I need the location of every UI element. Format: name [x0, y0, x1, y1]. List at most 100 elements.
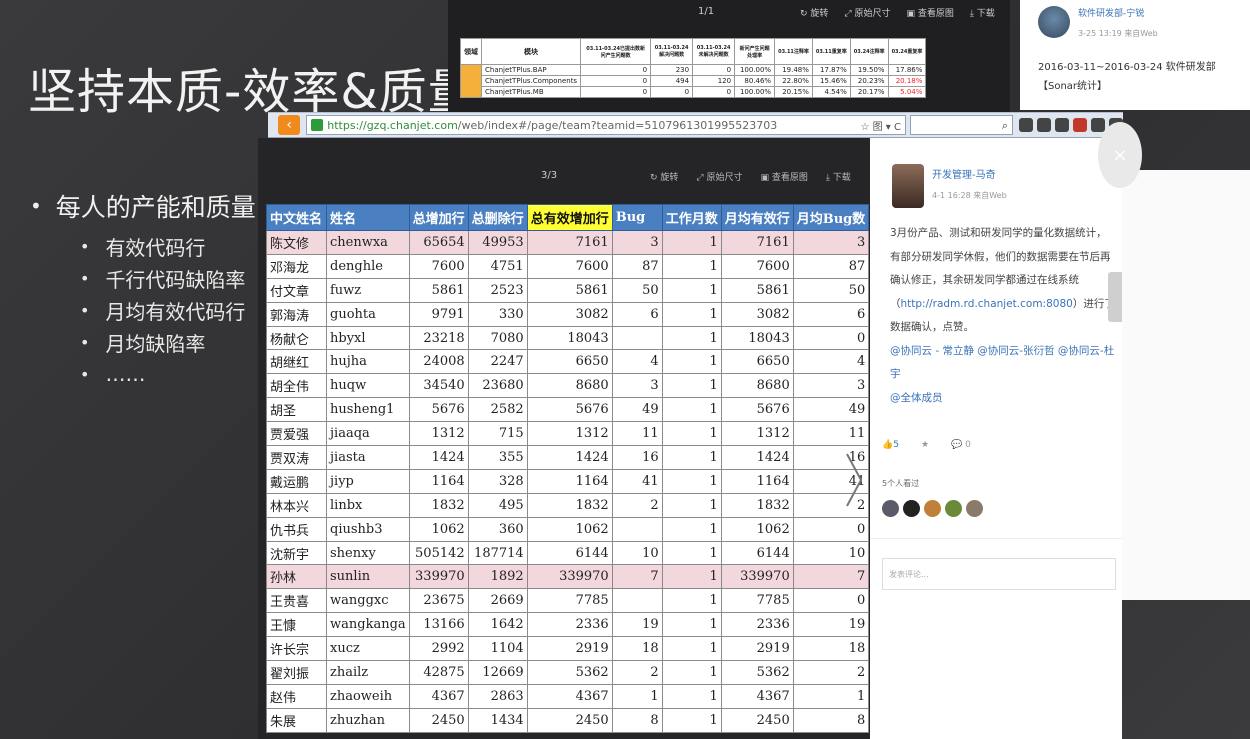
post-author-link[interactable]: 开发管理-马奇	[932, 166, 996, 181]
browser-search-input[interactable]: ⌕	[909, 115, 1013, 135]
extension-icon[interactable]	[1073, 118, 1087, 132]
post-author-link[interactable]: 软件研发部-宁锐	[1078, 6, 1144, 19]
avatar[interactable]	[1038, 6, 1070, 38]
original-size-button[interactable]: ⤢ 原始尺寸	[696, 170, 742, 183]
download-button[interactable]: ⤓ 下载	[970, 6, 995, 19]
sonar-header: 03.11注释率	[774, 38, 813, 65]
avatar[interactable]	[903, 500, 920, 517]
search-icon[interactable]: ⌕	[1002, 119, 1008, 133]
bullet-main-text: 每人的产能和质量	[55, 193, 256, 222]
cell-bug: 19	[611, 612, 663, 638]
cell-monthly-bug: 6	[792, 301, 870, 327]
cell-total-added: 1424	[408, 445, 469, 470]
secure-lock-icon	[311, 119, 324, 131]
column-header: 中文姓名	[266, 204, 327, 231]
avatar[interactable]	[892, 164, 924, 208]
address-tools[interactable]: ☆ 图 ▾ C	[860, 118, 901, 133]
sonar-header: 03.11-03.24解决问题数	[650, 38, 694, 65]
sonar-row: ChanjetTPlus.MB 0 0 0 100.00% 20.15% 4.5…	[461, 86, 927, 98]
cell-months: 1	[661, 660, 722, 685]
cell-total-added: 24008	[408, 349, 469, 375]
original-size-button[interactable]: ⤢ 原始尺寸	[844, 6, 890, 19]
cell-valid-added: 2450	[526, 707, 613, 733]
post-stats: 👍5 ★ 💬 0	[882, 440, 971, 450]
cell-monthly-bug: 0	[792, 588, 870, 614]
cell-total-deleted: 328	[467, 468, 528, 494]
cell-monthly-valid: 339970	[720, 564, 794, 590]
cell-bug: 8	[611, 707, 663, 733]
favorite-button[interactable]: ★	[921, 440, 929, 450]
cell-months: 1	[661, 397, 722, 423]
sonar-header: 03.24注释率	[849, 38, 889, 65]
extension-icon[interactable]	[1091, 118, 1105, 132]
side-tab[interactable]	[1108, 272, 1122, 322]
avatar[interactable]	[882, 500, 899, 517]
cell-username: hbyxl	[326, 325, 410, 351]
close-button[interactable]: ×	[1098, 122, 1142, 188]
rotate-button[interactable]: ↻ 旋转	[650, 170, 678, 183]
extension-icon[interactable]	[1055, 118, 1069, 132]
post-mention-all[interactable]: @全体成员	[890, 392, 943, 404]
like-count: 5	[893, 440, 899, 450]
cell-total-added: 1164	[408, 468, 469, 494]
cell-total-deleted: 495	[467, 492, 528, 518]
sonar-header: 03.11-03.24未解决问题数	[692, 38, 736, 65]
next-image-arrow-icon[interactable]	[843, 450, 865, 510]
cell-bug: 2	[611, 492, 663, 518]
cell-months: 1	[661, 612, 722, 638]
sonar-header: 03.11-03.24已提出数新问产生问题数	[580, 38, 652, 65]
url-input[interactable]: https://gzq.chanjet.com/web/index#/page/…	[306, 115, 906, 135]
cell-total-added: 2992	[408, 636, 469, 662]
cell-chinese-name: 赵伟	[266, 683, 327, 709]
cell-bug	[611, 516, 663, 542]
cell-monthly-valid: 4367	[720, 683, 794, 709]
cell-total-added: 5861	[408, 277, 469, 303]
table-row: 许长宗 xucz 2992 1104 2919 18 1 2919 18	[266, 636, 870, 662]
cell-bug	[611, 325, 663, 351]
cell-valid-added: 2919	[526, 636, 613, 662]
rotate-label: 旋转	[660, 173, 679, 183]
cell-valid-added: 4367	[526, 683, 613, 709]
table-row: 贾双涛 jiasta 1424 355 1424 16 1 1424 16	[266, 445, 870, 470]
cell-valid-added: 18043	[526, 325, 613, 351]
download-button[interactable]: ⤓ 下载	[826, 170, 851, 183]
view-original-button[interactable]: ▣ 查看原图	[761, 170, 808, 183]
cell-valid-added: 339970	[526, 564, 613, 590]
cell-username: linbx	[326, 492, 410, 518]
comment-button[interactable]: 💬 0	[951, 440, 971, 450]
post-link[interactable]: http://radm.rd.chanjet.com:8080	[901, 298, 1073, 310]
cell-monthly-valid: 1832	[720, 492, 794, 518]
extension-icon[interactable]	[1019, 118, 1033, 132]
cell-username: qiushb3	[326, 516, 410, 542]
bullet-main: • 每人的产能和质量	[30, 188, 256, 224]
browser-address-bar: ‹ https://gzq.chanjet.com/web/index#/pag…	[268, 112, 1123, 138]
cell-chinese-name: 朱展	[266, 707, 327, 733]
sub-bullet: • 有效代码行	[80, 230, 256, 262]
comment-input[interactable]: 发表评论...	[882, 558, 1116, 590]
sonar-cell: 15.46%	[811, 75, 851, 87]
post-mentions[interactable]: @协同云 - 常立静 @协同云-张衍哲 @协同云-杜宇	[890, 345, 1114, 381]
extension-icon[interactable]	[1037, 118, 1051, 132]
cell-monthly-valid: 5676	[720, 397, 794, 423]
column-header: 姓名	[326, 204, 410, 231]
cell-months: 1	[661, 277, 722, 303]
view-original-button[interactable]: ▣ 查看原图	[907, 6, 954, 19]
cell-bug: 18	[611, 636, 663, 662]
back-button[interactable]: ‹	[278, 115, 301, 135]
avatar[interactable]	[945, 500, 962, 517]
cell-valid-added: 8680	[526, 373, 613, 399]
cell-monthly-valid: 6650	[720, 349, 794, 375]
sonar-cell: 120	[692, 75, 736, 87]
avatar[interactable]	[924, 500, 941, 517]
table-body: 陈文修 chenwxa 65654 49953 7161 3 1 7161 3 邓海龙 denghl…	[266, 230, 870, 733]
like-button[interactable]: 👍5	[882, 440, 899, 450]
cell-chinese-name: 付文章	[266, 277, 327, 303]
rotate-button[interactable]: ↻ 旋转	[800, 6, 828, 19]
cell-valid-added: 1164	[526, 468, 613, 494]
cell-chinese-name: 沈新宇	[266, 540, 327, 566]
bullet-dot-icon: •	[80, 268, 90, 288]
cell-username: jiyp	[326, 468, 410, 494]
cell-username: sunlin	[326, 564, 410, 590]
avatar[interactable]	[966, 500, 983, 517]
sub-bullet: • 月均有效代码行	[80, 294, 256, 326]
